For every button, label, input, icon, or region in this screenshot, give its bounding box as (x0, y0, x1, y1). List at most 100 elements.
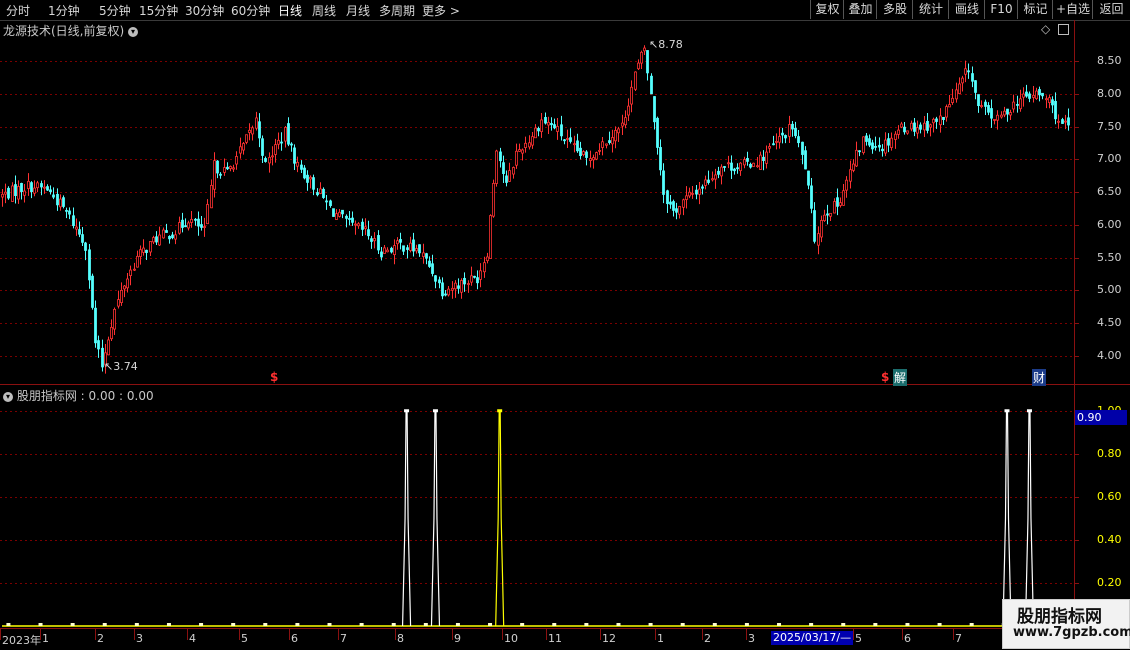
candle-body (68, 210, 71, 215)
candle-body (823, 214, 826, 221)
indicator-dot (263, 623, 268, 626)
candle-body (1061, 119, 1064, 124)
candle-body (601, 141, 604, 148)
indicator-dot (905, 623, 910, 626)
date-tick-label: 10 (504, 632, 518, 645)
chevron-down-icon[interactable]: ▾ (3, 391, 13, 402)
candle-body (319, 188, 322, 194)
event-marker-dividend[interactable]: $ (270, 370, 278, 384)
watermark: 股朋指标网 www.7gpzb.com (1002, 599, 1130, 649)
candle-body (569, 137, 572, 142)
candle-body (717, 170, 720, 175)
candle-body (20, 182, 23, 192)
candle-body (351, 217, 354, 223)
candle-body (139, 249, 142, 257)
candle-body (406, 247, 409, 250)
candle-body (521, 149, 524, 154)
candle-body (377, 235, 380, 251)
candle-body (229, 166, 232, 169)
candle-body (431, 263, 434, 274)
event-marker-finance[interactable]: 财 (1032, 369, 1047, 386)
candle-body (932, 118, 935, 124)
candle-body (422, 252, 425, 257)
candle-body (184, 225, 187, 228)
candle-body (261, 138, 264, 156)
candle-body (595, 152, 598, 160)
signal-peak-marker (1004, 409, 1010, 413)
candle-body (364, 226, 367, 229)
stock-chart[interactable] (0, 0, 1130, 650)
candle-body (367, 229, 370, 237)
candle-body (1064, 120, 1067, 123)
candle-body (495, 150, 498, 184)
candle-body (107, 339, 110, 356)
candle-body (913, 122, 916, 132)
candle-body (534, 127, 537, 139)
candle-body (277, 139, 280, 145)
indicator-dot (584, 623, 589, 626)
candle-body (23, 190, 26, 196)
candle-body (939, 115, 942, 126)
date-tick-label: 2023年 (2, 634, 41, 647)
candle-body (698, 188, 701, 195)
candle-body (142, 247, 145, 253)
candle-body (791, 123, 794, 130)
candle-body (765, 151, 768, 164)
candle-body (197, 218, 200, 227)
candle-body (476, 277, 479, 284)
indicator-dot (937, 623, 942, 626)
candle-body (126, 278, 129, 289)
candle-body (634, 71, 637, 90)
candle-body (807, 170, 810, 186)
candle-body (412, 239, 415, 252)
indicator-dot (648, 623, 653, 626)
event-marker-dividend[interactable]: $ (881, 370, 889, 384)
date-tick-label: 2 (97, 632, 104, 645)
date-tick-label: 7 (340, 632, 347, 645)
candle-body (974, 80, 977, 93)
candle-body (11, 185, 14, 202)
candle-body (923, 122, 926, 131)
candle-body (900, 123, 903, 128)
candle-body (630, 86, 633, 105)
candle-body (316, 192, 319, 196)
date-tick-label: 1 (657, 632, 664, 645)
candle-body (1003, 110, 1006, 116)
indicator-dot (38, 623, 43, 626)
indicator-dot (488, 623, 493, 626)
candle-body (942, 116, 945, 120)
event-marker-unlock[interactable]: 解 (893, 369, 908, 386)
candle-body (361, 221, 364, 230)
price-tick-label: 7.50 (1097, 119, 1122, 133)
candle-body (598, 149, 601, 152)
low-price: 3.74 (113, 360, 138, 373)
candle-body (929, 124, 932, 128)
date-tick-label: 5 (855, 632, 862, 645)
candle-body (862, 136, 865, 153)
candle-body (951, 97, 954, 103)
date-tick-label: 7 (955, 632, 962, 645)
candle-body (701, 186, 704, 189)
candle-body (756, 165, 759, 168)
date-tick-label: 9 (454, 632, 461, 645)
candle-body (1048, 97, 1051, 103)
candle-body (916, 127, 919, 134)
indicator-dot (455, 623, 460, 626)
candle-body (335, 213, 338, 220)
date-tick-label: 3 (748, 632, 755, 645)
watermark-url: www.7gpzb.com (1013, 625, 1130, 640)
candle-body (813, 210, 816, 242)
candle-body (576, 140, 579, 152)
candle-body (434, 275, 437, 282)
candle-body (643, 47, 646, 52)
candle-body (284, 127, 287, 142)
candle-body (91, 275, 94, 308)
indicator-dot (969, 623, 974, 626)
date-tick-label: 12 (602, 632, 616, 645)
candle-body (56, 193, 59, 206)
candle-body (961, 77, 964, 84)
candle-body (614, 130, 617, 142)
candle-body (781, 132, 784, 136)
candle-body (711, 178, 714, 181)
price-tick-label: 4.00 (1097, 348, 1122, 362)
